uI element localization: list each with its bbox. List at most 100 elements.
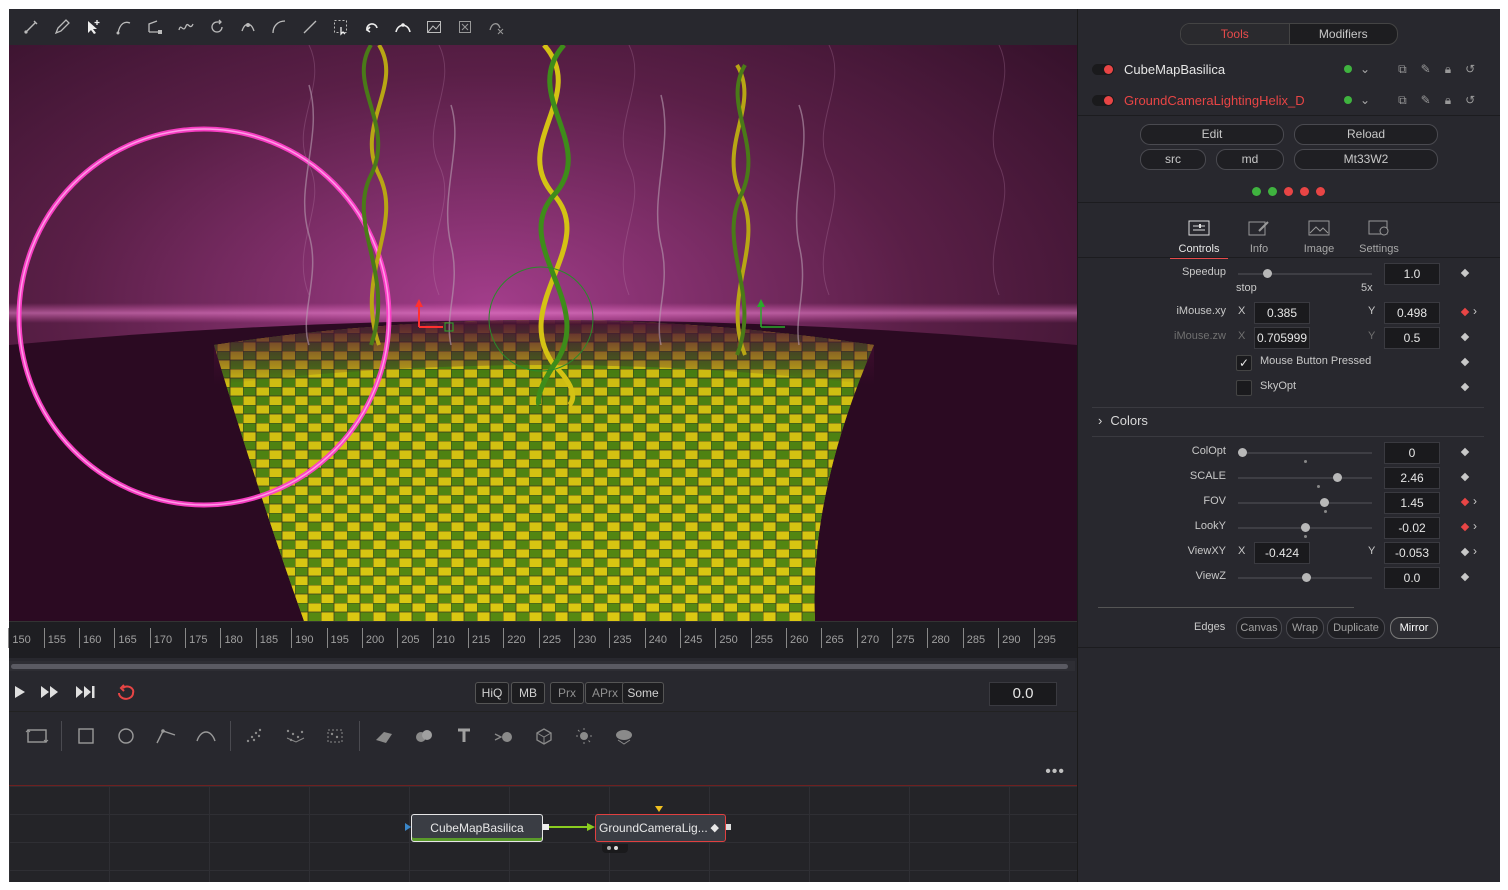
delete-point-icon[interactable] bbox=[449, 13, 480, 41]
tool-enable-toggle[interactable] bbox=[1092, 63, 1114, 75]
reset-icon[interactable]: ↺ bbox=[1465, 62, 1475, 76]
chevron-down-icon[interactable]: ⌄ bbox=[1360, 93, 1370, 107]
version-icon[interactable]: ⧉ bbox=[1398, 93, 1407, 108]
bezier-icon[interactable] bbox=[139, 13, 170, 41]
loop-icon[interactable] bbox=[115, 681, 137, 703]
rectangle-mask-icon[interactable] bbox=[66, 718, 106, 754]
chevron-right-icon[interactable]: › bbox=[1473, 304, 1477, 318]
spotlight-icon[interactable] bbox=[564, 718, 604, 754]
lock-icon[interactable]: 🔒︎ bbox=[1445, 93, 1451, 108]
keyframe-icon[interactable] bbox=[1460, 307, 1470, 317]
pen-icon[interactable] bbox=[46, 13, 77, 41]
chevron-right-icon[interactable]: › bbox=[1473, 544, 1477, 558]
options-menu-icon[interactable]: ••• bbox=[1045, 763, 1065, 781]
looky-value[interactable]: -0.02 bbox=[1384, 517, 1440, 539]
scrub-bar[interactable] bbox=[9, 661, 1075, 671]
particle-pMerge-icon[interactable] bbox=[315, 718, 355, 754]
slider-knob[interactable] bbox=[1333, 473, 1343, 482]
keyframe-icon[interactable] bbox=[1460, 357, 1470, 367]
pin-icon[interactable]: ✎ bbox=[1421, 93, 1431, 107]
viewz-value[interactable]: 0.0 bbox=[1384, 567, 1440, 589]
text3d-icon[interactable] bbox=[444, 718, 484, 754]
keyframe-icon[interactable] bbox=[1460, 447, 1470, 457]
select-box-icon[interactable] bbox=[325, 13, 356, 41]
chevron-right-icon[interactable]: › bbox=[1473, 494, 1477, 508]
curve-icon[interactable] bbox=[263, 13, 294, 41]
colopt-value[interactable]: 0 bbox=[1384, 442, 1440, 464]
chevron-right-icon[interactable]: › bbox=[1473, 519, 1477, 533]
keyframe-icon[interactable] bbox=[1460, 472, 1470, 482]
rotate-icon[interactable] bbox=[201, 13, 232, 41]
smooth-point-icon[interactable] bbox=[232, 13, 263, 41]
shear-icon[interactable] bbox=[387, 13, 418, 41]
slider-knob[interactable] bbox=[1319, 498, 1329, 507]
reset-shape-icon[interactable] bbox=[480, 13, 511, 41]
transform-box-icon[interactable] bbox=[418, 13, 449, 41]
reset-icon[interactable]: ↺ bbox=[1465, 93, 1475, 107]
merge3d-icon[interactable] bbox=[404, 718, 444, 754]
fov-slider[interactable] bbox=[1238, 498, 1372, 513]
current-time-field[interactable]: 0.0 bbox=[989, 682, 1057, 706]
tab-settings[interactable]: Settings bbox=[1350, 209, 1408, 257]
some-button[interactable]: Some bbox=[622, 682, 664, 704]
edges-canvas-button[interactable]: Canvas bbox=[1236, 617, 1282, 639]
play-icon[interactable] bbox=[9, 681, 31, 703]
node-cubemapbasilica[interactable]: CubeMapBasilica bbox=[411, 814, 543, 842]
aprx-button[interactable]: APrx bbox=[585, 682, 625, 704]
tab-modifiers[interactable]: Modifiers bbox=[1290, 24, 1398, 44]
colopt-slider[interactable] bbox=[1238, 448, 1372, 463]
version-icon[interactable]: ⧉ bbox=[1398, 62, 1407, 77]
viewz-slider[interactable] bbox=[1238, 573, 1372, 582]
hiq-button[interactable]: HiQ bbox=[475, 682, 509, 704]
scale-value[interactable]: 2.46 bbox=[1384, 467, 1440, 489]
node-editor[interactable]: CubeMapBasilica GroundCameraLig... ◆ bbox=[9, 786, 1077, 882]
keyframe-icon[interactable] bbox=[1460, 497, 1470, 507]
fast-forward-icon[interactable] bbox=[39, 681, 61, 703]
fov-value[interactable]: 1.45 bbox=[1384, 492, 1440, 514]
slider-knob[interactable] bbox=[1238, 448, 1248, 457]
skyopt-checkbox[interactable] bbox=[1236, 380, 1252, 396]
keyframe-icon[interactable] bbox=[1460, 268, 1470, 278]
mouse-pressed-checkbox[interactable]: ✓ bbox=[1236, 355, 1252, 371]
tab-controls[interactable]: Controls bbox=[1170, 209, 1228, 259]
bspline-mask-icon[interactable] bbox=[186, 718, 226, 754]
keyframe-icon[interactable] bbox=[1460, 547, 1470, 557]
ellipse-mask-icon[interactable] bbox=[106, 718, 146, 754]
skip-to-end-icon[interactable] bbox=[75, 681, 97, 703]
edit-button[interactable]: Edit bbox=[1140, 124, 1284, 145]
imouse-w-value[interactable]: 0.5 bbox=[1384, 327, 1440, 349]
chevron-down-icon[interactable]: ⌄ bbox=[1360, 62, 1370, 76]
edges-mirror-button[interactable]: Mirror bbox=[1390, 617, 1438, 639]
polygon-mask-icon[interactable] bbox=[146, 718, 186, 754]
tool-header-groundcamera[interactable]: GroundCameraLightingHelix_D ⌄ ⧉ ✎ 🔒︎ ↺ bbox=[1092, 86, 1488, 114]
viewy-value[interactable]: -0.053 bbox=[1384, 542, 1440, 564]
slider-knob[interactable] bbox=[1263, 269, 1273, 278]
lock-icon[interactable]: 🔒︎ bbox=[1445, 62, 1451, 77]
time-ruler[interactable]: 150 155 160 165 170 175 180 185 190 195 200 205 210 2… bbox=[8, 621, 1077, 658]
speedup-value[interactable]: 1.0 bbox=[1384, 263, 1440, 285]
freehand-icon[interactable] bbox=[170, 13, 201, 41]
node-input-tabs[interactable] bbox=[602, 844, 628, 853]
shape3d-icon[interactable] bbox=[364, 718, 404, 754]
scale-slider[interactable] bbox=[1238, 473, 1372, 488]
looky-slider[interactable] bbox=[1238, 523, 1372, 538]
linear-icon[interactable] bbox=[294, 13, 325, 41]
tab-info[interactable]: Info bbox=[1230, 209, 1288, 257]
renderer3d-icon[interactable] bbox=[524, 718, 564, 754]
imouse-x-value[interactable]: 0.385 bbox=[1254, 302, 1310, 324]
keyframe-icon[interactable] bbox=[1460, 332, 1470, 342]
viewx-value[interactable]: -0.424 bbox=[1254, 542, 1310, 564]
node-groundcameralighting[interactable]: GroundCameraLig... ◆ bbox=[595, 814, 726, 842]
tool-header-cubemapbasilica[interactable]: CubeMapBasilica ⌄ ⧉ ✎ 🔒︎ ↺ bbox=[1092, 55, 1488, 83]
edges-wrap-button[interactable]: Wrap bbox=[1286, 617, 1324, 639]
tool-enable-toggle[interactable] bbox=[1092, 94, 1114, 106]
slider-knob[interactable] bbox=[1302, 573, 1312, 582]
tab-tools[interactable]: Tools bbox=[1181, 24, 1290, 44]
twist-icon[interactable] bbox=[356, 13, 387, 41]
slider-knob[interactable] bbox=[1301, 523, 1310, 532]
reload-button[interactable]: Reload bbox=[1294, 124, 1438, 145]
md-button[interactable]: md bbox=[1216, 149, 1284, 170]
imouse-z-value[interactable]: 0.705999 bbox=[1254, 327, 1310, 349]
bspline-icon[interactable] bbox=[108, 13, 139, 41]
background-icon[interactable] bbox=[17, 718, 57, 754]
